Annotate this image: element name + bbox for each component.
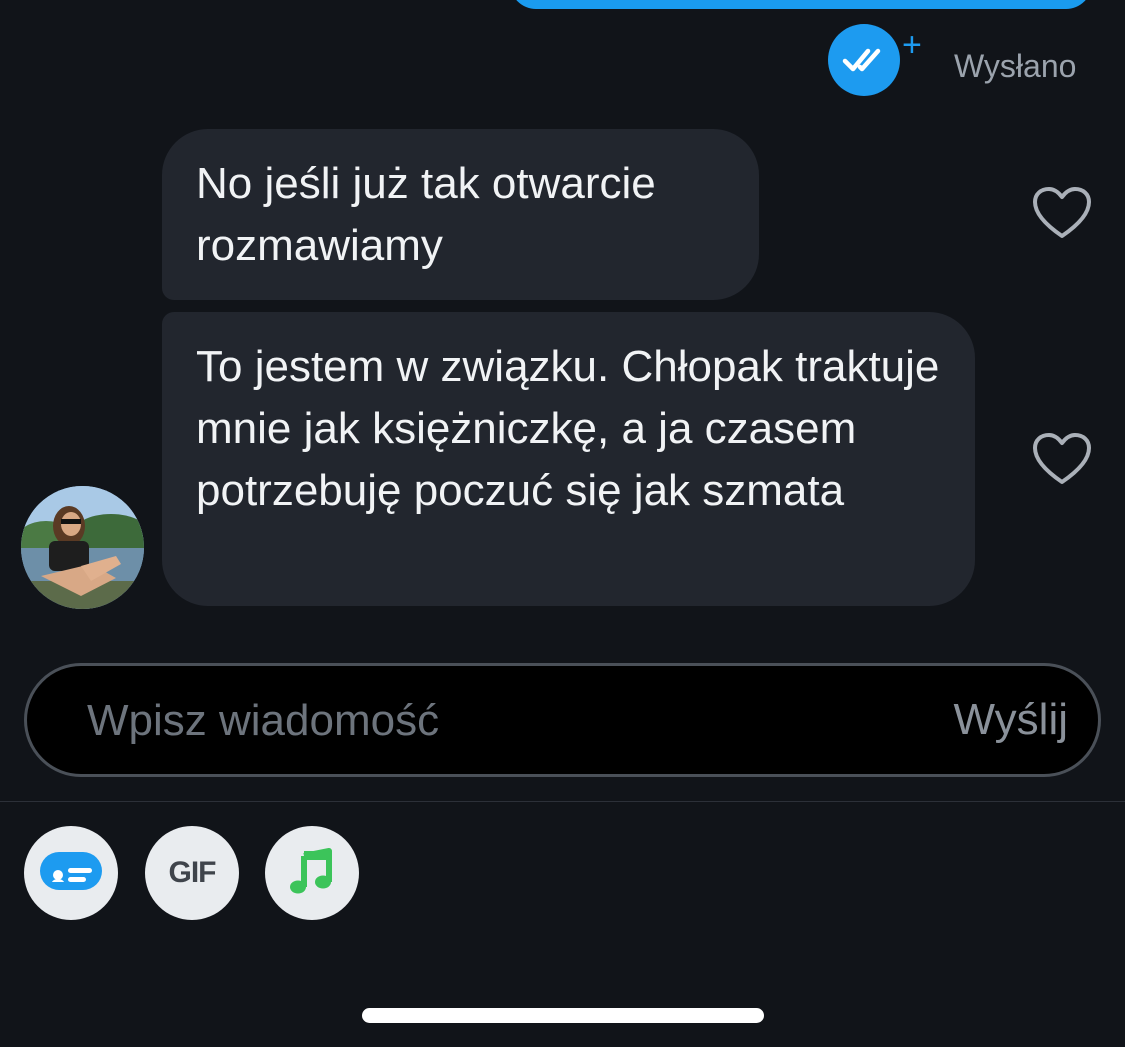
music-button[interactable]: [265, 826, 359, 920]
outgoing-message-bubble: [510, 0, 1092, 9]
message-input[interactable]: [85, 666, 889, 776]
incoming-message-bubble[interactable]: To jestem w związku. Chłopak traktuje mn…: [162, 312, 975, 606]
sent-status-label: Wysłano: [954, 48, 1077, 84]
send-button[interactable]: Wyślij: [954, 692, 1068, 748]
heart-icon[interactable]: [1032, 186, 1092, 242]
heart-icon[interactable]: [1032, 432, 1092, 488]
gif-button[interactable]: GIF: [145, 826, 239, 920]
message-text: To jestem w związku. Chłopak traktuje mn…: [196, 342, 940, 515]
plus-icon: +: [902, 26, 922, 64]
message-text: No jeśli już tak otwarcie rozmawiamy: [196, 159, 656, 270]
card-button[interactable]: [24, 826, 118, 920]
message-composer: Wyślij: [24, 663, 1101, 777]
incoming-message-bubble[interactable]: No jeśli już tak otwarcie rozmawiamy: [162, 129, 759, 300]
divider: [0, 801, 1125, 802]
chat-screen: + Wysłano No jeśli już tak otwarcie rozm…: [0, 0, 1125, 1047]
music-note-icon: [287, 846, 337, 901]
avatar[interactable]: [21, 486, 144, 609]
card-icon: [38, 850, 104, 897]
double-check-icon: [828, 24, 900, 96]
home-indicator: [362, 1008, 764, 1023]
gif-label: GIF: [168, 856, 217, 889]
